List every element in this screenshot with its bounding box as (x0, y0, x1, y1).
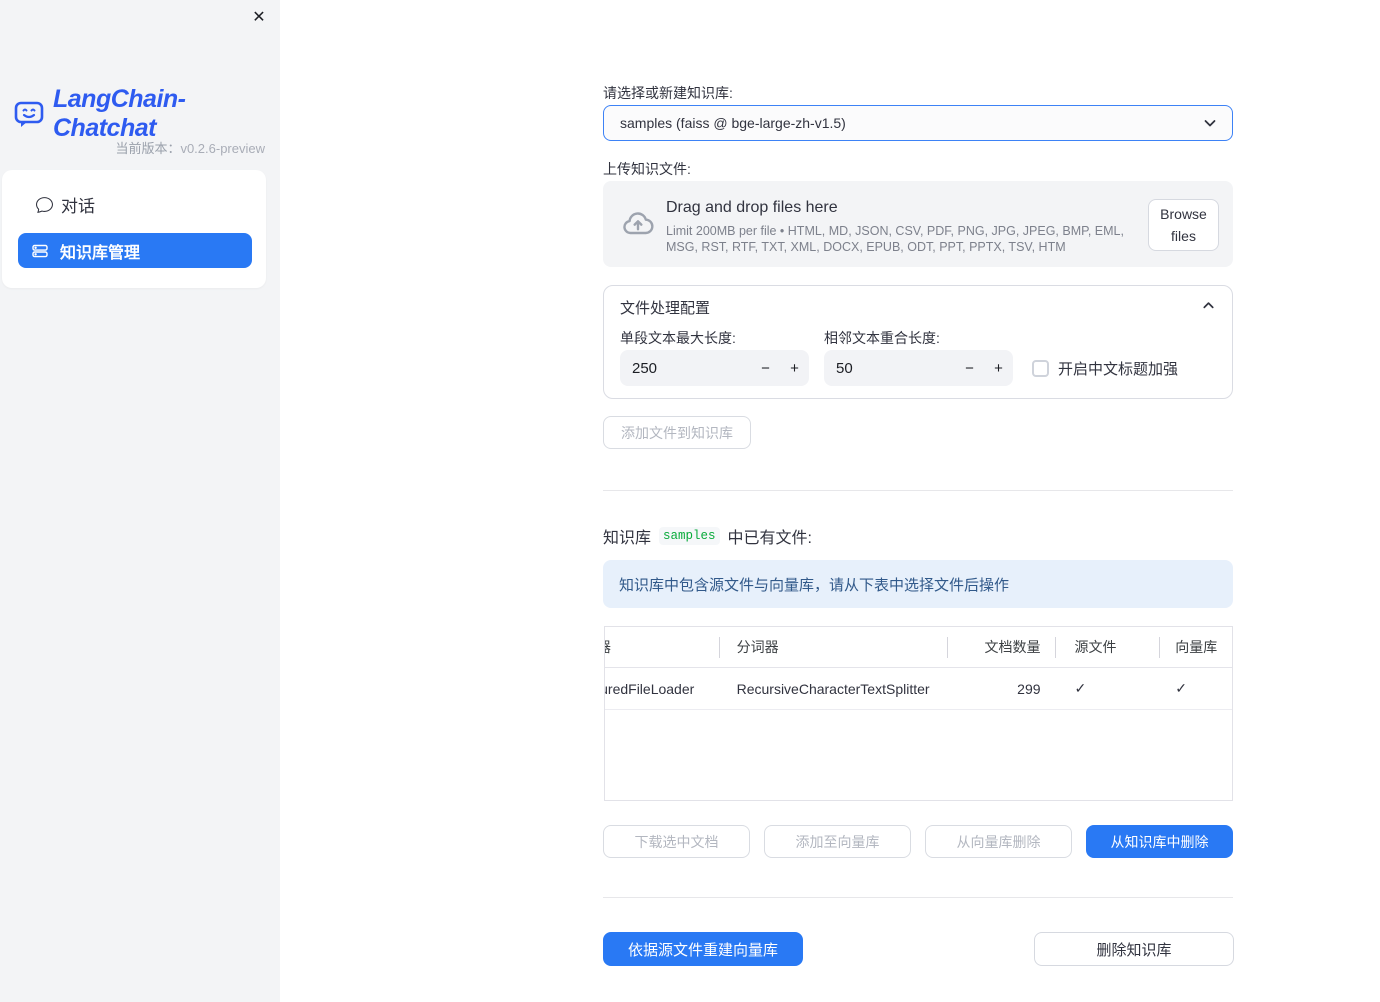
vector-store-check: ✓ (1175, 680, 1187, 696)
dropzone-limit-text: Limit 200MB per file • HTML, MD, JSON, C… (666, 224, 1124, 254)
upload-label: 上传知识文件: (603, 161, 691, 177)
chatchat-logo-icon (12, 97, 46, 131)
knowledge-base-icon (32, 243, 48, 259)
splitter-cell: RecursiveCharacterTextSplitter (736, 680, 930, 697)
kb-select-label: 请选择或新建知识库: (603, 85, 733, 101)
version-value: v0.2.6-preview (180, 141, 265, 156)
main-content: 请选择或新建知识库: samples (faiss @ bge-large-zh… (603, 0, 1234, 1002)
kb-files-table[interactable]: 文档加载器 分词器 文档数量 源文件 向量库 UnstructuredFileL… (604, 626, 1233, 801)
sidebar: ✕ LangChain-Chatchat 当前版本：v0.2.6-preview (0, 0, 280, 1002)
chunk-size-label: 单段文本最大长度: (620, 330, 736, 346)
doc-count-cell: 299 (1017, 680, 1041, 697)
rebuild-vector-store-button[interactable]: 依据源文件重建向量库 (603, 932, 803, 966)
kb-select-value: samples (faiss @ bge-large-zh-v1.5) (620, 115, 846, 131)
col-doc-count-header: 文档数量 (946, 627, 1055, 667)
plus-button[interactable]: + (780, 350, 809, 386)
download-selected-button[interactable]: 下载选中文档 (603, 825, 750, 858)
overlap-size-label: 相邻文本重合长度: (824, 330, 940, 346)
version-text: 当前版本：v0.2.6-preview (115, 138, 265, 157)
table-header-row: 文档加载器 分词器 文档数量 源文件 向量库 (605, 627, 1232, 668)
divider (603, 897, 1233, 898)
sidebar-item-knowledge-base[interactable]: 知识库管理 (18, 233, 252, 268)
minus-button[interactable]: − (751, 350, 780, 386)
delete-from-vector-store-button[interactable]: 从向量库删除 (925, 825, 1072, 858)
sidebar-item-label: 知识库管理 (60, 244, 141, 262)
col-source-file-header: 源文件 (1054, 627, 1160, 667)
table-row[interactable]: UnstructuredFileLoader RecursiveCharacte… (605, 668, 1232, 710)
chunk-size-value: 250 (632, 359, 658, 377)
source-file-check: ✓ (1074, 680, 1087, 696)
zh-title-enhance-option: 开启中文标题加强 (1032, 358, 1178, 379)
overlap-size-value: 50 (836, 359, 853, 377)
overlap-size-input[interactable]: 50 − + (824, 350, 1013, 386)
col-splitter-header: 分词器 (718, 627, 947, 667)
sidebar-item-label: 对话 (61, 196, 95, 216)
kb-action-buttons: 依据源文件重建向量库 删除知识库 (603, 932, 1234, 966)
sidebar-close-icon[interactable]: ✕ (248, 6, 270, 28)
app-logo: LangChain-Chatchat (12, 85, 280, 143)
loader-cell: UnstructuredFileLoader (605, 680, 695, 697)
chevron-down-icon (1202, 115, 1218, 131)
existing-prefix: 知识库 (603, 530, 652, 547)
minus-button[interactable]: − (955, 350, 984, 386)
col-loader-header: 文档加载器 (605, 627, 719, 667)
sidebar-nav: 对话 知识库管理 (2, 170, 266, 288)
info-banner: 知识库中包含源文件与向量库，请从下表中选择文件后操作 (603, 560, 1233, 608)
browse-files-button[interactable]: Browse files (1148, 199, 1219, 251)
chunk-size-input[interactable]: 250 − + (620, 350, 809, 386)
info-banner-text: 知识库中包含源文件与向量库，请从下表中选择文件后操作 (619, 576, 1010, 594)
app-window: ✕ LangChain-Chatchat 当前版本：v0.2.6-preview (0, 0, 1380, 1002)
dropzone-title: Drag and drop files here (666, 199, 838, 216)
delete-kb-button[interactable]: 删除知识库 (1034, 932, 1234, 966)
zh-title-enhance-checkbox[interactable] (1032, 360, 1049, 377)
add-files-to-kb-button[interactable]: 添加文件到知识库 (603, 416, 751, 449)
kb-select-dropdown[interactable]: samples (faiss @ bge-large-zh-v1.5) (603, 105, 1233, 141)
chevron-up-icon[interactable] (1201, 298, 1216, 313)
plus-button[interactable]: + (984, 350, 1013, 386)
kb-name-code: samples (659, 527, 720, 545)
divider (603, 490, 1233, 491)
zh-title-enhance-label: 开启中文标题加强 (1058, 361, 1179, 378)
existing-files-heading: 知识库 samples 中已有文件: (603, 524, 812, 548)
delete-from-kb-button[interactable]: 从知识库中删除 (1086, 825, 1233, 858)
sidebar-item-dialogue[interactable]: 对话 (2, 186, 266, 222)
cloud-upload-icon (620, 206, 656, 242)
existing-suffix: 中已有文件: (727, 530, 812, 547)
chat-icon (36, 196, 53, 213)
version-label: 当前版本： (115, 141, 181, 156)
col-vector-store-header: 向量库 (1159, 627, 1232, 667)
file-config-expander: 文件处理配置 单段文本最大长度: 250 − + 相邻文本重合长度: 50 − … (603, 285, 1233, 399)
file-action-buttons: 下载选中文档 添加至向量库 从向量库删除 从知识库中删除 (603, 825, 1233, 858)
app-logo-text: LangChain-Chatchat (53, 85, 186, 142)
file-config-title[interactable]: 文件处理配置 (620, 297, 710, 318)
file-dropzone[interactable]: Drag and drop files here Limit 200MB per… (603, 181, 1233, 267)
add-to-vector-store-button[interactable]: 添加至向量库 (764, 825, 911, 858)
